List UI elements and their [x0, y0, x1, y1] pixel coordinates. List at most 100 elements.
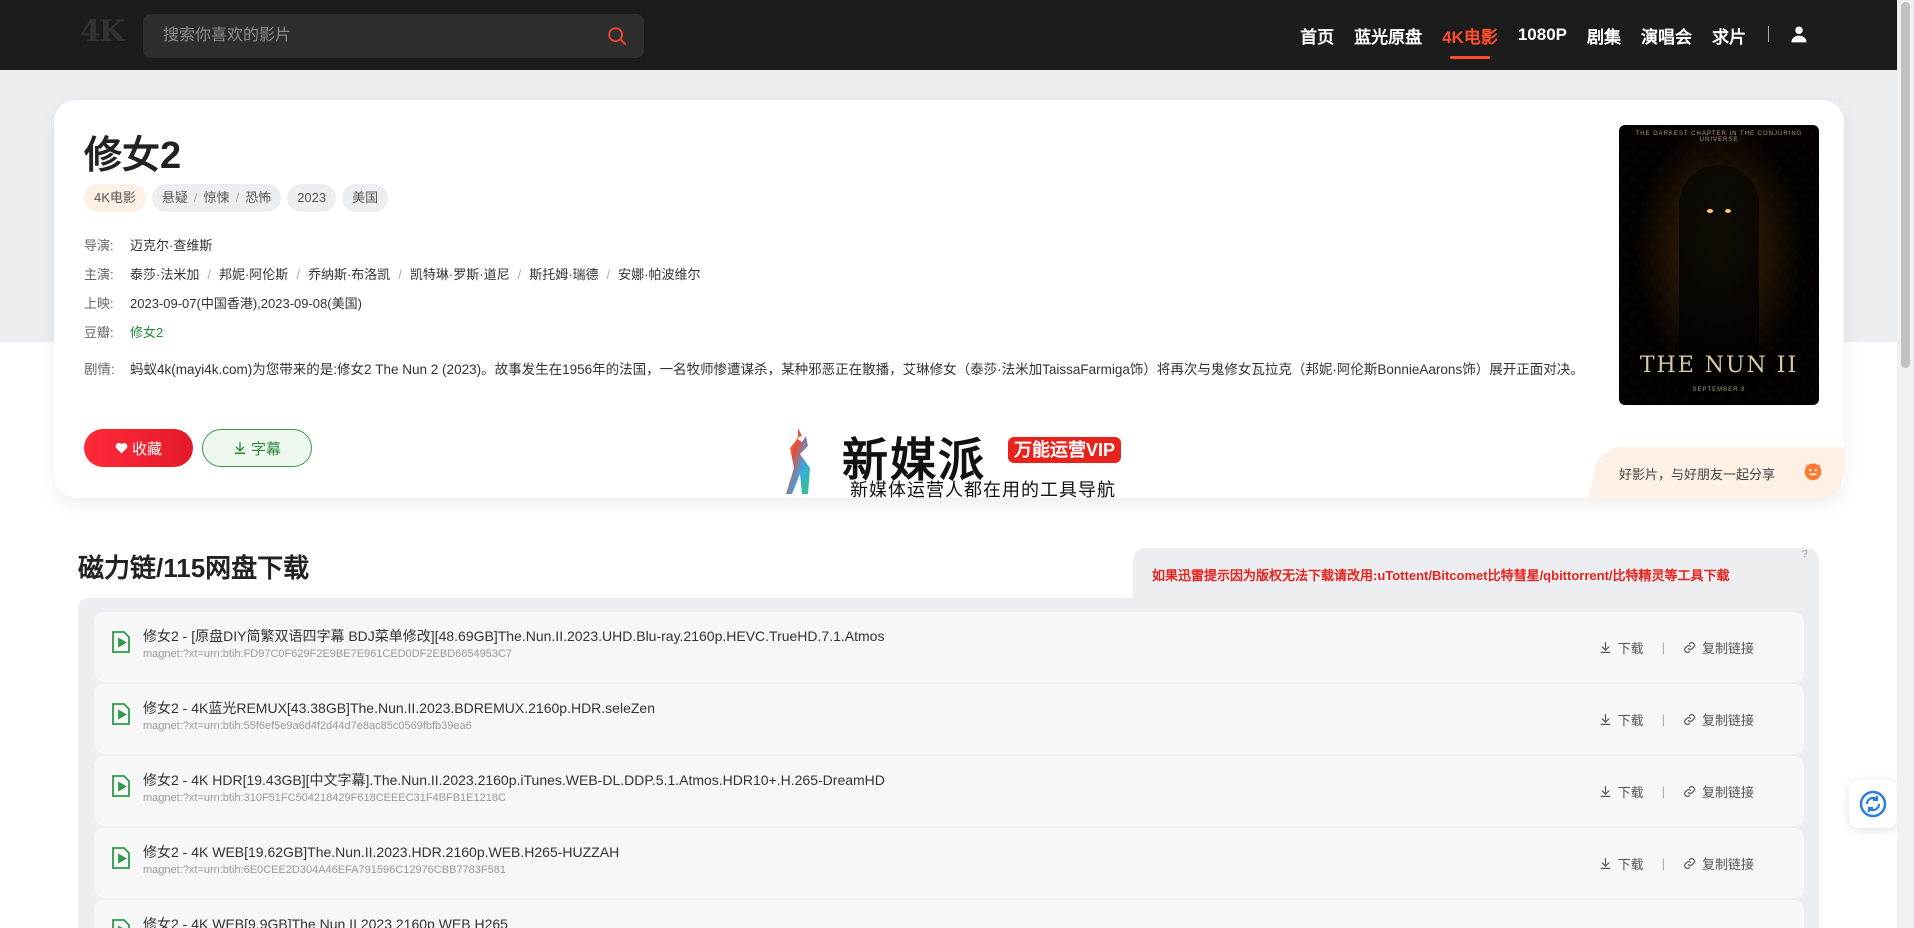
download-icon	[1600, 714, 1611, 725]
share-text[interactable]: 好影片，与好朋友一起分享	[1619, 464, 1775, 483]
subtitle-download-button[interactable]: 字幕	[202, 429, 312, 467]
genre-tag[interactable]: 惊悚	[204, 190, 230, 205]
download-button[interactable]: 下载	[1618, 710, 1644, 729]
download-row: 修女2 - 4K WEB[9.9GB]The Nun II 2023 2160p…	[94, 900, 1804, 928]
copy-link-button[interactable]: 复制链接	[1702, 710, 1754, 729]
row-actions: 下载|复制链接	[1599, 854, 1754, 873]
torrent-name[interactable]: 修女2 - 4K HDR[19.43GB][中文字幕].The.Nun.II.2…	[143, 770, 885, 790]
cast-member[interactable]: 斯托姆·瑞德	[529, 267, 598, 282]
magnet-link[interactable]: magnet:?xt=urn:btih:FD97C0F629F2E9BE7E96…	[143, 648, 512, 660]
notice-help-mark[interactable]: ?	[1802, 549, 1808, 560]
director-row: 导演: 迈克尔·查维斯	[84, 235, 212, 254]
video-file-icon	[112, 703, 130, 725]
download-row: 修女2 - 4K HDR[19.43GB][中文字幕].The.Nun.II.2…	[94, 756, 1804, 826]
movie-tags: 4K电影 悬疑 / 惊悚 / 恐怖 2023 美国	[84, 184, 389, 212]
category-tag[interactable]: 4K电影	[84, 184, 146, 212]
row-actions: 下载|复制链接	[1599, 782, 1754, 801]
favorite-button[interactable]: 收藏	[84, 429, 193, 467]
director-label: 导演:	[84, 238, 114, 253]
cast-label: 主演:	[84, 267, 114, 282]
download-button[interactable]: 下载	[1618, 854, 1644, 873]
douban-link[interactable]: 修女2	[130, 322, 163, 341]
download-icon	[1600, 642, 1611, 653]
copy-link-button[interactable]: 复制链接	[1702, 854, 1754, 873]
director-name[interactable]: 迈克尔·查维斯	[130, 235, 212, 254]
nav-home[interactable]: 首页	[1300, 23, 1334, 48]
cast-member[interactable]: 凯特琳·罗斯·道尼	[410, 267, 510, 282]
douban-row: 豆瓣: 修女2	[84, 322, 163, 341]
douban-label: 豆瓣:	[84, 325, 114, 340]
torrent-name[interactable]: 修女2 - 4K蓝光REMUX[43.38GB]The.Nun.II.2023.…	[143, 698, 655, 718]
link-icon	[1684, 642, 1695, 653]
top-nav-bar: 4K 首页 蓝光原盘 4K电影 1080P 剧集 演唱会 求片	[0, 0, 1914, 70]
download-icon	[1600, 858, 1611, 869]
watermark-overlay: 新媒派 万能运营VIP 新媒体运营人都在用的工具导航	[780, 424, 1140, 504]
release-row: 上映: 2023-09-07(中国香港),2023-09-08(美国)	[84, 293, 362, 312]
magnet-link[interactable]: magnet:?xt=urn:btih:55f6ef5e9a6d4f2d44d7…	[143, 720, 472, 732]
poster-eye	[1707, 209, 1713, 213]
nav-series[interactable]: 剧集	[1587, 23, 1621, 48]
main-nav: 首页 蓝光原盘 4K电影 1080P 剧集 演唱会 求片	[1300, 0, 1746, 70]
genre-tag[interactable]: 恐怖	[245, 190, 271, 205]
download-row: 修女2 - 4K蓝光REMUX[43.38GB]The.Nun.II.2023.…	[94, 684, 1804, 754]
nav-concerts[interactable]: 演唱会	[1641, 23, 1692, 48]
link-icon	[1684, 786, 1695, 797]
nav-4k-movies[interactable]: 4K电影	[1442, 23, 1498, 59]
movie-poster[interactable]: THE DARKEST CHAPTER IN THE CONJURING UNI…	[1619, 125, 1819, 405]
region-tag[interactable]: 美国	[342, 184, 389, 212]
site-logo[interactable]: 4K	[80, 14, 125, 49]
download-icon	[234, 442, 246, 454]
heart-icon	[115, 442, 128, 454]
link-icon	[1684, 714, 1695, 725]
nav-divider	[1768, 26, 1769, 42]
scrollbar-thumb[interactable]	[1901, 2, 1910, 368]
video-file-icon	[112, 919, 130, 928]
download-row: 修女2 - [原盘DIY简繁双语四字幕 BDJ菜单修改][48.69GB]The…	[94, 612, 1804, 682]
cast-list: 泰莎·法米加 / 邦妮·阿伦斯 / 乔纳斯·布洛凯 / 凯特琳·罗斯·道尼 / 斯托姆·瑞德 / 安…	[130, 267, 701, 282]
nav-requests[interactable]: 求片	[1712, 23, 1746, 48]
download-row: 修女2 - 4K WEB[19.62GB]The.Nun.II.2023.HDR…	[94, 828, 1804, 898]
page-scrollbar[interactable]	[1897, 0, 1914, 928]
video-file-icon	[112, 631, 130, 653]
genre-tag[interactable]: 悬疑	[162, 190, 188, 205]
poster-tagline: THE DARKEST CHAPTER IN THE CONJURING UNI…	[1635, 131, 1803, 143]
video-file-icon	[112, 775, 130, 797]
cast-member[interactable]: 泰莎·法米加	[130, 267, 199, 282]
watermark-subtitle: 新媒体运营人都在用的工具导航	[850, 480, 1116, 500]
row-actions: 下载|复制链接	[1599, 710, 1754, 729]
download-button[interactable]: 下载	[1618, 638, 1644, 657]
torrent-name[interactable]: 修女2 - 4K WEB[19.62GB]The.Nun.II.2023.HDR…	[143, 842, 619, 862]
cast-row: 主演: 泰莎·法米加 / 邦妮·阿伦斯 / 乔纳斯·布洛凯 / 凯特琳·罗斯·道尼 / 斯托姆·…	[84, 264, 701, 283]
video-file-icon	[112, 847, 130, 869]
magnet-link[interactable]: magnet:?xt=urn:btih:310F51FC504218429F61…	[143, 792, 506, 804]
search-icon[interactable]	[606, 25, 628, 47]
search-input[interactable]	[163, 14, 583, 58]
cast-member[interactable]: 邦妮·阿伦斯	[219, 267, 288, 282]
release-label: 上映:	[84, 296, 114, 311]
copy-link-button[interactable]: 复制链接	[1702, 638, 1754, 657]
torrent-name[interactable]: 修女2 - [原盘DIY简繁双语四字幕 BDJ菜单修改][48.69GB]The…	[143, 626, 884, 646]
copy-link-button[interactable]: 复制链接	[1702, 782, 1754, 801]
plot-row: 剧情: 蚂蚁4k(mayi4k.com)为您带来的是:修女2 The Nun 2…	[84, 358, 1644, 382]
download-button[interactable]: 下载	[1618, 782, 1644, 801]
release-date: 2023-09-07(中国香港),2023-09-08(美国)	[130, 296, 362, 311]
nav-1080p[interactable]: 1080P	[1518, 25, 1567, 45]
nav-bluray[interactable]: 蓝光原盘	[1354, 23, 1422, 48]
subtitle-label: 字幕	[250, 440, 281, 458]
downloads-heading: 磁力链/115网盘下载	[78, 553, 310, 583]
torrent-name[interactable]: 修女2 - 4K WEB[9.9GB]The Nun II 2023 2160p…	[143, 914, 508, 928]
download-notice-text: 如果迅雷提示因为版权无法下载请改用:uTottent/Bitcomet比特彗星/…	[1152, 568, 1730, 583]
cast-member[interactable]: 安娜·帕波维尔	[618, 267, 700, 282]
share-emoji-icon[interactable]	[1803, 461, 1823, 481]
year-tag[interactable]: 2023	[287, 184, 337, 212]
floating-assistant-button[interactable]	[1849, 780, 1897, 828]
deer-logo-icon	[786, 428, 810, 494]
plot-label: 剧情:	[84, 362, 115, 377]
refresh-assistant-icon	[1859, 790, 1887, 818]
magnet-link[interactable]: magnet:?xt=urn:btih:6E0CEE2D304A46EFA791…	[143, 864, 506, 876]
cast-member[interactable]: 乔纳斯·布洛凯	[308, 267, 390, 282]
search-box	[143, 14, 644, 58]
user-icon[interactable]	[1789, 24, 1809, 44]
poster-date: SEPTEMBER 8	[1692, 387, 1746, 393]
link-icon	[1684, 858, 1695, 869]
